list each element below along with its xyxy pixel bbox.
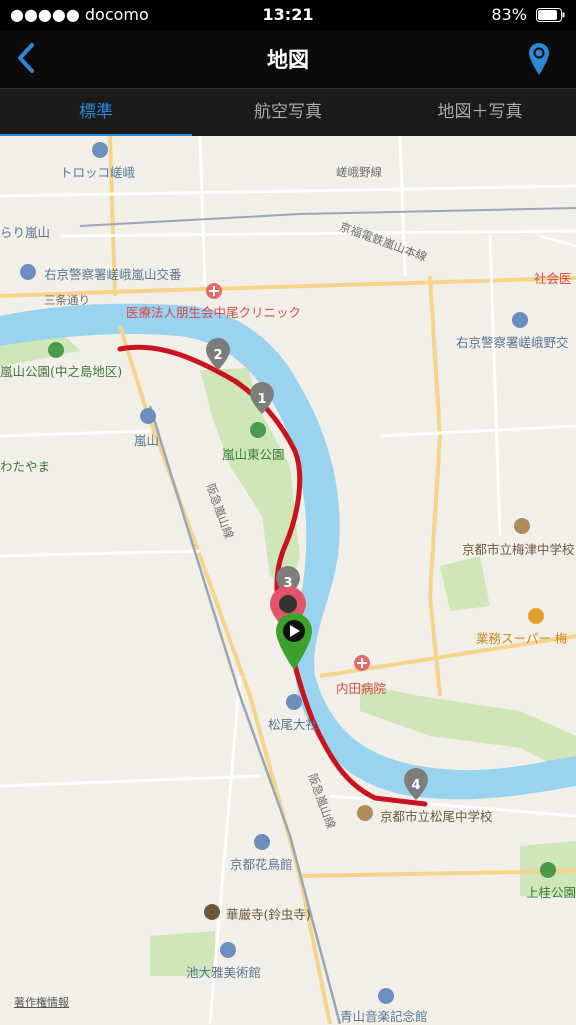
- map-label: 京都市立松尾中学校: [380, 809, 493, 824]
- map-label: トロッコ嵯峨: [60, 165, 136, 180]
- clock: 13:21: [262, 5, 314, 24]
- park-icon: [48, 342, 64, 358]
- map-label: 社会医: [534, 271, 572, 286]
- museum-icon: [378, 988, 394, 1004]
- map-label: 嵐山: [134, 433, 160, 448]
- map-label: 三条通り: [44, 293, 90, 307]
- location-pin-icon[interactable]: [528, 42, 550, 76]
- museum-icon: [254, 834, 270, 850]
- map-label: 青山音楽記念館: [340, 1009, 428, 1024]
- copyright-link[interactable]: 著作権情報: [14, 994, 69, 1010]
- park-icon: [540, 862, 556, 878]
- train-station-icon: [140, 408, 156, 424]
- map-label: 右京警察署嵯峨野交: [456, 335, 569, 350]
- map-label: 嵐山公園(中之島地区): [0, 364, 123, 379]
- waypoint-label: 3: [283, 576, 293, 591]
- battery-indicator: 83%: [491, 5, 566, 24]
- map-type-tabs: 標準 航空写真 地図＋写真: [0, 88, 576, 137]
- page-title: 地図: [267, 48, 309, 72]
- map-label: 松尾大社: [268, 717, 319, 732]
- temple-icon: [204, 904, 220, 920]
- park-icon: [250, 422, 266, 438]
- shopping-icon: [528, 608, 544, 624]
- waypoint-label: 4: [411, 778, 421, 793]
- map-label: 医療法人朋生会中尾クリニック: [126, 305, 302, 320]
- map-label: わたやま: [0, 459, 51, 474]
- map-label: 京都花鳥館: [230, 857, 293, 872]
- school-icon: [514, 518, 530, 534]
- navigation-bar: 地図: [0, 30, 576, 88]
- battery-percent: 83%: [491, 5, 527, 24]
- map-label: 華厳寺(鈴虫寺): [226, 907, 311, 922]
- map-label: らり嵐山: [0, 225, 51, 240]
- tab-standard[interactable]: 標準: [0, 89, 192, 137]
- museum-icon: [220, 942, 236, 958]
- school-icon: [357, 805, 373, 821]
- tab-aerial[interactable]: 航空写真: [192, 89, 384, 137]
- police-icon: [20, 264, 36, 280]
- waypoint-label: 2: [213, 348, 223, 363]
- map-label: 上桂公園: [526, 885, 576, 900]
- hospital-icon: [354, 655, 370, 671]
- map-label: 京都市立梅津中学校: [462, 542, 575, 557]
- map-label: 嵐山東公園: [222, 447, 285, 462]
- tab-map-aerial[interactable]: 地図＋写真: [384, 89, 576, 137]
- police-icon: [512, 312, 528, 328]
- map-label: 嵯峨野線: [336, 165, 382, 179]
- status-bar: ●●●●● docomo 13:21 83%: [0, 0, 576, 30]
- battery-icon: [536, 8, 565, 22]
- map-label: 右京警察署嵯峨嵐山交番: [44, 267, 182, 282]
- waypoint-label: 1: [257, 392, 267, 407]
- map-view[interactable]: トロッコ嵯峨 嵯峨野線 京福電鉄嵐山本線 らり嵐山 右京警察署嵯峨嵐山交番 三条…: [0, 136, 576, 1024]
- map-label: 池大雅美術館: [186, 965, 262, 980]
- map-label: 内田病院: [336, 681, 387, 696]
- map-label: 業務スーパー 梅: [476, 631, 568, 646]
- hospital-icon: [206, 283, 222, 299]
- train-station-icon: [286, 694, 302, 710]
- train-station-icon: [92, 142, 108, 158]
